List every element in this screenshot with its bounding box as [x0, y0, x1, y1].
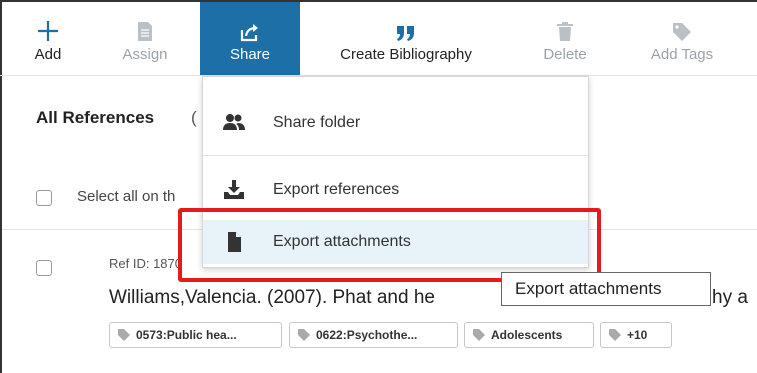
tooltip: Export attachments	[501, 272, 711, 306]
menu-item-export-references[interactable]: Export references	[203, 168, 588, 212]
tag-label: 0573:Public hea...	[136, 328, 237, 342]
highlight-box	[178, 208, 601, 282]
quote-icon	[395, 2, 417, 42]
toolbar: Add Assign Share Create Bibliography Del…	[0, 2, 757, 75]
people-icon	[223, 113, 245, 133]
more-tags-chip[interactable]: +10	[600, 322, 672, 348]
add-tags-button[interactable]: Add Tags	[632, 2, 732, 75]
plus-icon	[37, 2, 59, 42]
tag-icon	[118, 329, 130, 341]
menu-item-label: Export references	[273, 181, 400, 198]
more-tags-label: +10	[627, 328, 648, 342]
ref-id: Ref ID: 1870	[109, 256, 182, 271]
tag-icon	[609, 329, 621, 341]
tag-icon	[298, 329, 310, 341]
reference-citation-tail[interactable]: hy a	[712, 287, 748, 309]
tag-icon	[672, 2, 692, 42]
tag-label: 0622:Psychothe...	[316, 328, 418, 342]
add-label: Add	[34, 46, 62, 63]
select-all-label: Select all on th	[77, 188, 176, 205]
select-all-checkbox[interactable]	[36, 190, 52, 206]
tag-label: Adolescents	[491, 328, 563, 342]
tag-chip[interactable]: 0573:Public hea...	[109, 322, 282, 348]
trash-icon	[556, 2, 574, 42]
assign-label: Assign	[122, 46, 168, 63]
reference-citation[interactable]: Williams,Valencia. (2007). Phat and he	[109, 287, 435, 309]
add-tags-label: Add Tags	[650, 46, 714, 63]
tag-chip[interactable]: Adolescents	[464, 322, 594, 348]
tag-icon	[473, 329, 485, 341]
assign-button[interactable]: Assign	[112, 2, 178, 75]
reference-count: (	[191, 108, 197, 127]
menu-item-share-folder[interactable]: Share folder	[203, 101, 588, 145]
share-label: Share	[229, 46, 271, 63]
document-icon	[137, 2, 153, 42]
create-bibliography-label: Create Bibliography	[340, 46, 472, 63]
tag-chip[interactable]: 0622:Psychothe...	[289, 322, 458, 348]
share-button[interactable]: Share	[200, 2, 300, 75]
download-tray-icon	[223, 180, 245, 200]
menu-divider	[203, 155, 588, 156]
add-button[interactable]: Add	[28, 2, 68, 75]
delete-label: Delete	[543, 46, 587, 63]
create-bibliography-button[interactable]: Create Bibliography	[318, 2, 494, 75]
page-title: All References	[36, 108, 155, 127]
share-icon	[239, 2, 261, 42]
reference-checkbox[interactable]	[36, 260, 52, 276]
menu-item-label: Share folder	[273, 114, 361, 131]
delete-button[interactable]: Delete	[530, 2, 600, 75]
